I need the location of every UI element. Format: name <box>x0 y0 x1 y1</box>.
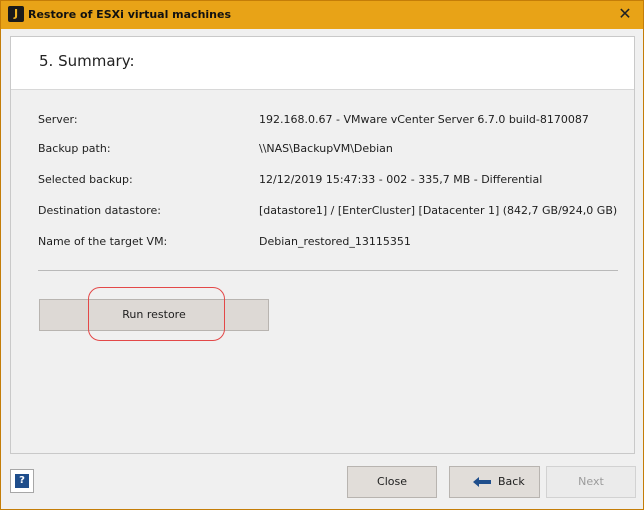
summary-label: Selected backup: <box>38 173 133 186</box>
arrow-left-icon <box>473 477 491 487</box>
help-icon: ? <box>15 474 29 488</box>
close-icon[interactable]: ✕ <box>617 6 633 22</box>
summary-value: 12/12/2019 15:47:33 - 002 - 335,7 MB - D… <box>259 173 543 186</box>
summary-label: Name of the target VM: <box>38 235 168 248</box>
summary-value: Debian_restored_13115351 <box>259 235 411 248</box>
summary-value: \\NAS\BackupVM\Debian <box>259 142 393 155</box>
page-title: 5. Summary: <box>39 52 135 70</box>
back-button[interactable]: Back <box>449 466 540 498</box>
title-bar[interactable]: J Restore of ESXi virtual machines ✕ <box>1 1 643 29</box>
step-header: 5. Summary: <box>11 37 634 90</box>
summary-value: 192.168.0.67 - VMware vCenter Server 6.7… <box>259 113 589 126</box>
back-button-label: Back <box>498 475 525 488</box>
restore-wizard-window: J Restore of ESXi virtual machines ✕ 5. … <box>0 0 644 510</box>
run-restore-button[interactable]: Run restore <box>39 299 269 331</box>
help-button[interactable]: ? <box>10 469 34 493</box>
summary-label: Backup path: <box>38 142 111 155</box>
summary-value: [datastore1] / [EnterCluster] [Datacente… <box>259 204 618 217</box>
close-button[interactable]: Close <box>347 466 437 498</box>
j-logo-icon: J <box>8 6 24 22</box>
window-title: Restore of ESXi virtual machines <box>28 8 232 21</box>
next-button[interactable]: Next <box>546 466 636 498</box>
divider <box>38 270 618 271</box>
summary-label: Server: <box>38 113 78 126</box>
summary-label: Destination datastore: <box>38 204 161 217</box>
wizard-content-panel: 5. Summary: Server: 192.168.0.67 - VMwar… <box>10 36 635 454</box>
wizard-footer: ? Close Back Next <box>1 463 643 509</box>
